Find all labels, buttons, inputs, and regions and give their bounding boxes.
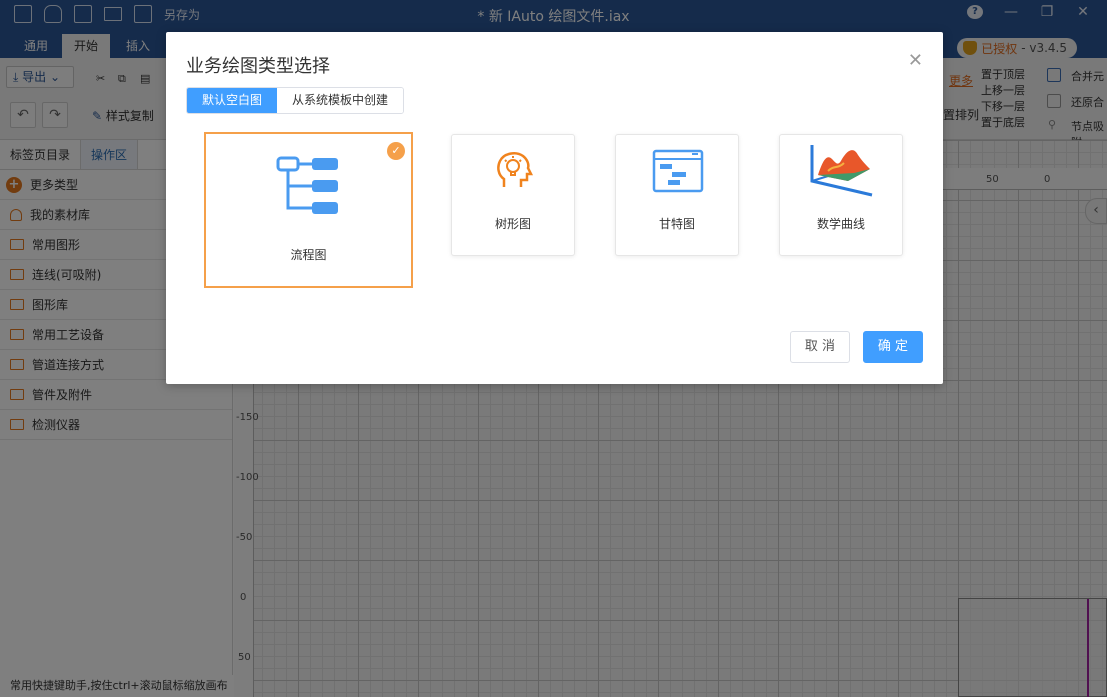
system-template-option[interactable]: 从系统模板中创建 bbox=[277, 88, 404, 113]
card-label: 树形图 bbox=[494, 217, 531, 231]
card-label: 数学曲线 bbox=[816, 217, 865, 231]
flowchart-icon bbox=[276, 156, 338, 214]
confirm-button[interactable]: 确 定 bbox=[863, 331, 923, 363]
card-label: 甘特图 bbox=[658, 217, 695, 231]
blank-diagram-option[interactable]: 默认空白图 bbox=[187, 88, 278, 113]
gantt-icon bbox=[652, 149, 704, 193]
diagram-type-dialog: 业务绘图类型选择 ✕ 默认空白图 从系统模板中创建 ✓ 流程图 树形图 甘特图 … bbox=[166, 32, 943, 384]
gantt-chart-card[interactable]: 甘特图 bbox=[615, 134, 739, 256]
template-source-toggle: 默认空白图 从系统模板中创建 bbox=[186, 87, 405, 114]
cancel-button[interactable]: 取 消 bbox=[790, 331, 850, 363]
tree-diagram-card[interactable]: 树形图 bbox=[451, 134, 575, 256]
surface-plot-icon bbox=[810, 145, 873, 197]
dialog-title: 业务绘图类型选择 bbox=[186, 56, 330, 77]
idea-head-icon bbox=[497, 152, 534, 187]
flowchart-card[interactable]: ✓ 流程图 bbox=[204, 132, 413, 288]
checkmark-icon: ✓ bbox=[387, 142, 405, 160]
card-label: 流程图 bbox=[290, 248, 327, 262]
close-icon[interactable]: ✕ bbox=[908, 50, 923, 71]
math-curve-card[interactable]: 数学曲线 bbox=[779, 134, 903, 256]
